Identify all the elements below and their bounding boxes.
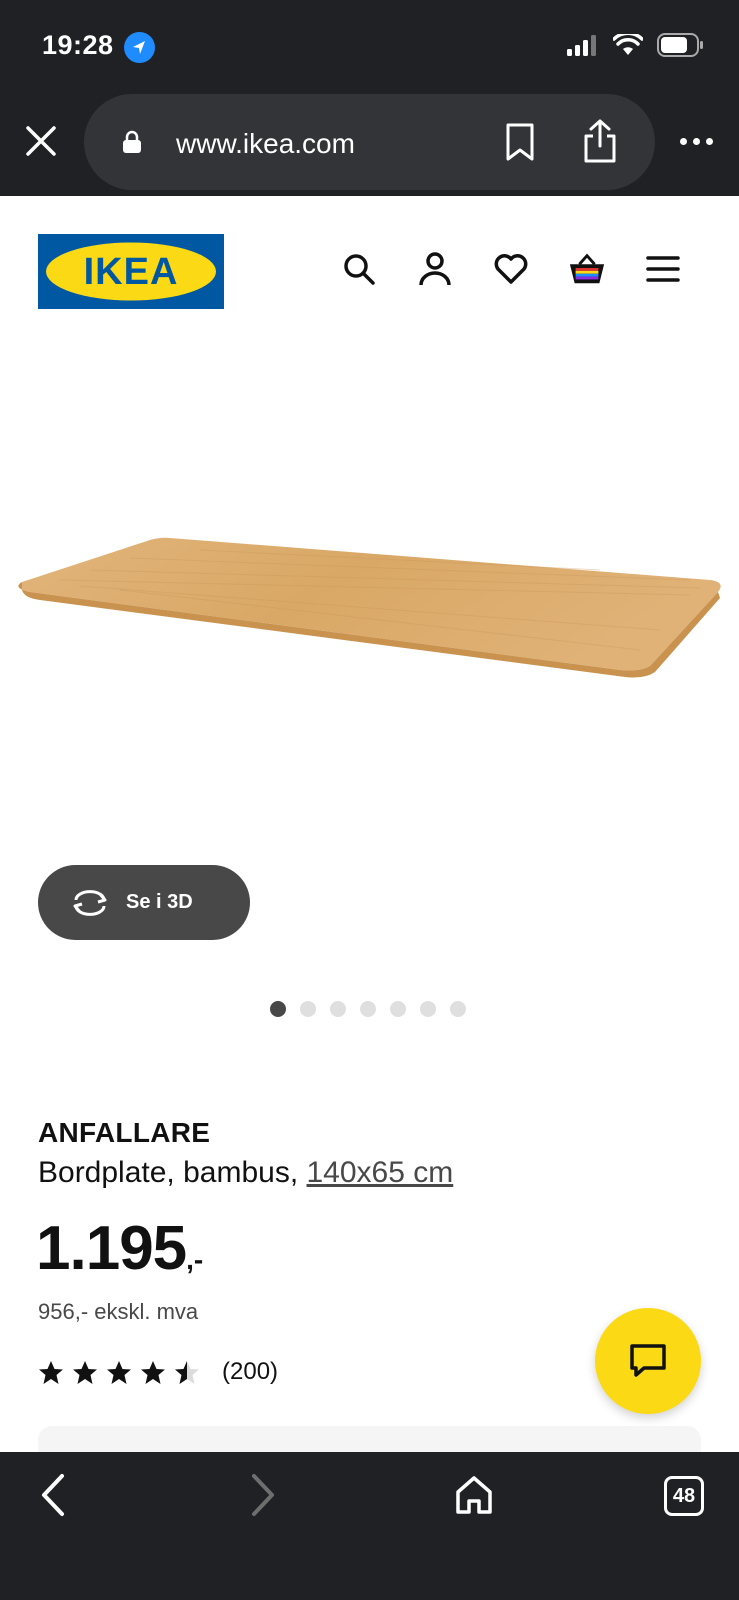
product-image[interactable] (0, 520, 739, 700)
dot-icon (706, 138, 713, 145)
dot-icon (680, 138, 687, 145)
basket-icon (569, 253, 605, 284)
share-icon (584, 119, 616, 163)
search-button[interactable] (340, 250, 378, 288)
star-icon (73, 1360, 97, 1384)
address-bar[interactable]: www.ikea.com (84, 94, 655, 190)
home-icon (456, 1476, 492, 1514)
product-dimensions-link[interactable]: 140x65 cm (307, 1156, 454, 1189)
signal-icon (567, 35, 596, 56)
status-bar: 19:28 (0, 0, 739, 92)
rotate-3d-icon (73, 889, 107, 916)
status-indicators (567, 33, 705, 57)
lock-icon (123, 130, 141, 153)
chat-icon (630, 1344, 666, 1377)
product-rating[interactable]: (200) (38, 1358, 278, 1386)
bookmark-icon (506, 123, 534, 161)
close-icon (26, 126, 56, 156)
search-icon (344, 254, 375, 285)
url-text: www.ikea.com (176, 128, 355, 159)
heart-icon (494, 254, 528, 284)
svg-text:IKEA: IKEA (84, 251, 179, 293)
ikea-logo[interactable]: IKEA (38, 234, 224, 309)
price-excl-vat: 956,- ekskl. mva (38, 1299, 199, 1324)
product-description: Bordplate, bambus, 140x65 cm (38, 1156, 453, 1190)
carousel-dot[interactable] (270, 1001, 286, 1017)
carousel-dot[interactable] (330, 1001, 346, 1017)
forward-button[interactable] (248, 1472, 278, 1523)
price-suffix: ,- (186, 1244, 204, 1275)
image-carousel-dots (270, 1001, 466, 1017)
header-actions (340, 250, 682, 288)
star-icon (39, 1360, 63, 1384)
product-name: ANFALLARE (38, 1117, 211, 1148)
close-button[interactable] (24, 124, 58, 158)
menu-icon (646, 256, 680, 282)
browser-bottom-bar: 48 (0, 1452, 739, 1600)
rating-stars (38, 1360, 200, 1385)
product-type: Bordplate, bambus, (38, 1156, 307, 1189)
tabs-button[interactable]: 48 (664, 1476, 704, 1516)
carousel-dot[interactable] (360, 1001, 376, 1017)
battery-icon (657, 33, 703, 57)
chat-button[interactable] (595, 1308, 701, 1414)
browser-toolbar: www.ikea.com (0, 92, 739, 196)
product-price: 1.195 ,- (36, 1218, 203, 1280)
back-icon (42, 1474, 64, 1516)
account-button[interactable] (416, 250, 454, 288)
rating-count: (200) (222, 1358, 279, 1385)
half-star-icon (175, 1360, 199, 1384)
price-amount: 1.195 (36, 1214, 187, 1283)
favourites-button[interactable] (492, 250, 530, 288)
account-icon (419, 252, 451, 286)
status-time: 19:28 (42, 30, 114, 60)
bookmark-button[interactable] (504, 122, 536, 167)
wifi-icon (613, 34, 643, 55)
more-options-button[interactable] (680, 138, 713, 145)
carousel-dot[interactable] (390, 1001, 406, 1017)
carousel-dot[interactable] (450, 1001, 466, 1017)
dot-icon (693, 138, 700, 145)
location-icon (124, 32, 155, 63)
view-3d-button[interactable]: Se i 3D (38, 865, 250, 940)
basket-button[interactable] (568, 250, 606, 288)
back-button[interactable] (38, 1472, 68, 1523)
carousel-dot[interactable] (420, 1001, 436, 1017)
home-button[interactable] (454, 1474, 494, 1521)
menu-button[interactable] (644, 250, 682, 288)
view-3d-label: Se i 3D (126, 891, 193, 913)
share-button[interactable] (582, 118, 618, 169)
site-header: IKEA (0, 196, 739, 326)
star-icon (107, 1360, 131, 1384)
carousel-dot[interactable] (300, 1001, 316, 1017)
forward-icon (252, 1474, 274, 1516)
star-icon (141, 1360, 165, 1384)
